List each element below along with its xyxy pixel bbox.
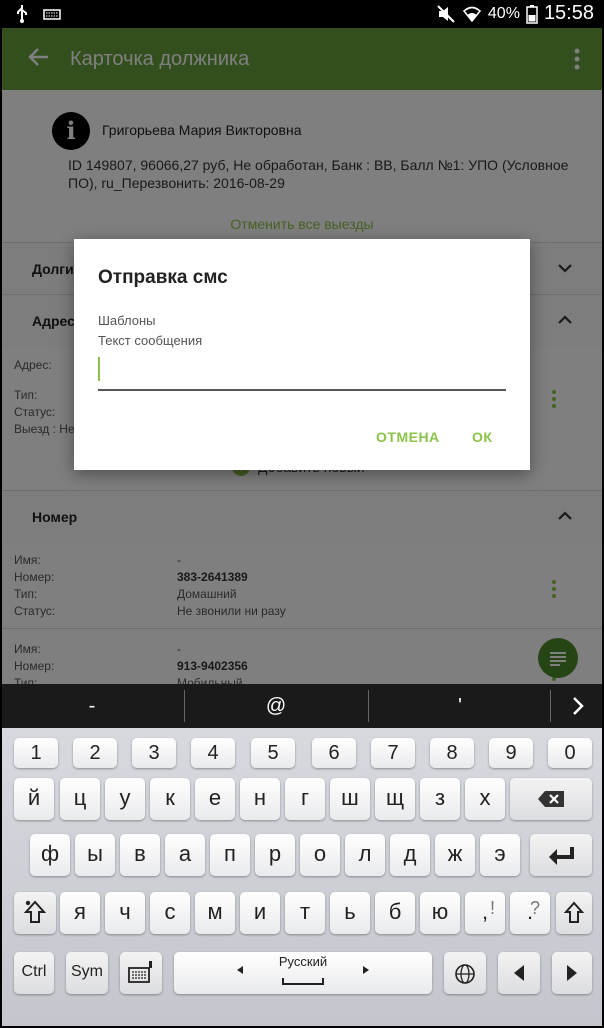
key-comma-alt: ! — [489, 898, 495, 918]
key-letter[interactable]: г — [285, 778, 325, 820]
key-6[interactable]: 6 — [312, 738, 356, 768]
divider — [550, 690, 551, 722]
cursor-left-key[interactable] — [498, 952, 540, 994]
key-0[interactable]: 0 — [548, 738, 592, 768]
key-letter[interactable]: к — [150, 778, 190, 820]
divider — [368, 690, 369, 722]
key-letter[interactable]: ш — [330, 778, 370, 820]
key-letter[interactable]: е — [195, 778, 235, 820]
key-3[interactable]: 3 — [132, 738, 176, 768]
key-letter[interactable]: ю — [420, 892, 460, 934]
on-screen-keyboard: 1 2 3 4 5 6 7 8 9 0 й ц у к е н г ш щ з … — [2, 728, 602, 1026]
key-letter[interactable]: м — [195, 892, 235, 934]
cancel-button[interactable]: ОТМЕНА — [376, 429, 440, 445]
shift-right-key[interactable] — [556, 892, 592, 934]
enter-icon — [549, 847, 574, 865]
space-language-arrows-icon — [237, 966, 369, 986]
space-bar[interactable]: Русский — [174, 952, 432, 994]
key-letter[interactable]: ы — [75, 834, 115, 876]
key-7[interactable]: 7 — [371, 738, 415, 768]
backspace-icon — [538, 791, 564, 807]
key-letter[interactable]: в — [120, 834, 160, 876]
key-2[interactable]: 2 — [73, 738, 117, 768]
message-label: Текст сообщения — [98, 333, 203, 348]
key-letter[interactable]: ч — [105, 892, 145, 934]
globe-icon — [455, 964, 475, 984]
shift-key[interactable] — [14, 892, 56, 934]
suggestion-apostrophe[interactable]: ' — [370, 684, 550, 728]
key-letter[interactable]: з — [420, 778, 460, 820]
key-4[interactable]: 4 — [191, 738, 235, 768]
usb-icon — [17, 5, 27, 23]
keyboard-suggestion-bar: - @ ' — [2, 684, 602, 728]
suggestion-next-arrow-icon[interactable] — [568, 696, 588, 716]
keyboard-icon — [43, 9, 61, 20]
divider — [184, 690, 185, 722]
key-letter[interactable]: п — [210, 834, 250, 876]
key-letter[interactable]: й — [14, 778, 54, 820]
key-letter[interactable]: у — [105, 778, 145, 820]
text-cursor — [98, 357, 100, 381]
key-8[interactable]: 8 — [430, 738, 474, 768]
message-input[interactable] — [98, 353, 506, 391]
key-letter[interactable]: б — [375, 892, 415, 934]
arrow-right-icon — [567, 965, 577, 981]
suggestion-at[interactable]: @ — [186, 684, 366, 728]
send-sms-dialog: Отправка смс Шаблоны Текст сообщения ОТМ… — [74, 239, 530, 470]
key-letter[interactable]: т — [285, 892, 325, 934]
wifi-icon — [462, 6, 482, 22]
battery-icon — [526, 4, 538, 24]
suggestion-dash[interactable]: - — [2, 684, 182, 728]
key-letter[interactable]: с — [150, 892, 190, 934]
key-period-alt: ? — [529, 898, 540, 918]
key-letter[interactable]: э — [480, 834, 520, 876]
key-9[interactable]: 9 — [489, 738, 533, 768]
clock: 15:58 — [543, 2, 594, 24]
key-letter[interactable]: я — [60, 892, 100, 934]
cursor-right-key[interactable] — [552, 952, 592, 994]
key-letter[interactable]: щ — [375, 778, 415, 820]
key-letter[interactable]: р — [255, 834, 295, 876]
language-key[interactable] — [444, 952, 486, 994]
ctrl-key[interactable]: Ctrl — [14, 952, 54, 994]
shift-icon — [564, 901, 584, 923]
key-period[interactable]: . ? — [510, 892, 550, 934]
key-1[interactable]: 1 — [14, 738, 58, 768]
key-letter[interactable]: ф — [30, 834, 70, 876]
enter-key[interactable] — [530, 834, 592, 876]
keyboard-mic-icon — [128, 961, 152, 983]
key-letter[interactable]: л — [345, 834, 385, 876]
key-letter[interactable]: д — [390, 834, 430, 876]
key-letter[interactable]: х — [465, 778, 505, 820]
battery-percent: 40% — [487, 4, 520, 22]
key-comma-main: , — [481, 899, 489, 924]
screen: 40% 15:58 Карточка должника i Григорьева… — [2, 0, 602, 1026]
key-letter[interactable]: ж — [435, 834, 475, 876]
key-letter[interactable]: и — [240, 892, 280, 934]
dialog-title: Отправка смс — [98, 267, 228, 288]
status-bar: 40% 15:58 — [2, 0, 602, 28]
keyboard-settings-key[interactable] — [120, 952, 162, 994]
key-letter[interactable]: а — [165, 834, 205, 876]
key-letter[interactable]: о — [300, 834, 340, 876]
key-5[interactable]: 5 — [251, 738, 295, 768]
ok-button[interactable]: ОК — [472, 429, 492, 445]
templates-label[interactable]: Шаблоны — [98, 313, 156, 328]
key-letter[interactable]: ц — [60, 778, 100, 820]
shift-icon — [24, 900, 46, 923]
key-comma[interactable]: , ! — [465, 892, 505, 934]
mute-icon — [437, 4, 455, 23]
key-letter[interactable]: ь — [330, 892, 370, 934]
key-letter[interactable]: н — [240, 778, 280, 820]
sym-key[interactable]: Sym — [66, 952, 108, 994]
backspace-key[interactable] — [510, 778, 592, 820]
arrow-left-icon — [514, 965, 524, 981]
